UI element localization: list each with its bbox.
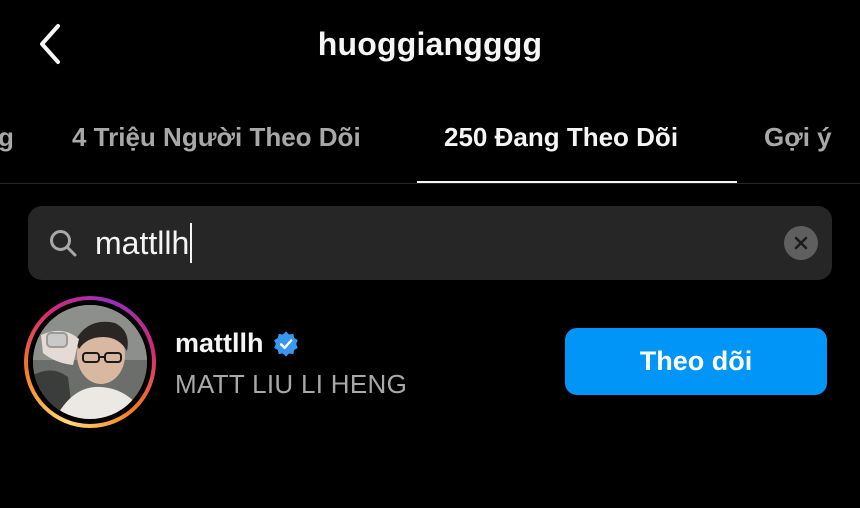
follow-button[interactable]: Theo dõi bbox=[565, 328, 827, 395]
search-input-value: mattllh bbox=[95, 224, 190, 261]
user-result-row[interactable]: mattllh MATT LIU LI HENG Theo dõi bbox=[0, 292, 860, 432]
page-title: huoggiangggg bbox=[317, 26, 543, 62]
username-text: mattllh bbox=[175, 328, 264, 358]
tab-followers[interactable]: 4 Triệu Người Theo Dõi bbox=[72, 122, 361, 153]
avatar[interactable] bbox=[33, 305, 147, 419]
active-tab-indicator bbox=[417, 181, 737, 183]
clear-icon bbox=[794, 236, 808, 250]
search-input[interactable]: mattllh bbox=[95, 223, 193, 263]
result-full-name: MATT LIU LI HENG bbox=[175, 369, 408, 399]
clear-search-button[interactable] bbox=[784, 226, 818, 260]
search-icon bbox=[50, 230, 77, 257]
header: huoggiangggg bbox=[0, 0, 860, 92]
tab-following[interactable]: 250 Đang Theo Dõi bbox=[444, 122, 678, 153]
text-cursor bbox=[190, 223, 193, 263]
tab-suggested[interactable]: Gợi ý bbox=[764, 122, 832, 153]
tab-followers-partial[interactable]: g bbox=[0, 122, 14, 153]
verified-badge-icon bbox=[273, 330, 298, 357]
profile-photo bbox=[33, 305, 147, 419]
result-username[interactable]: mattllh bbox=[175, 328, 300, 359]
story-ring[interactable] bbox=[24, 296, 156, 428]
search-bar[interactable]: mattllh bbox=[28, 206, 832, 280]
tab-bar: g 4 Triệu Người Theo Dõi 250 Đang Theo D… bbox=[0, 96, 860, 184]
